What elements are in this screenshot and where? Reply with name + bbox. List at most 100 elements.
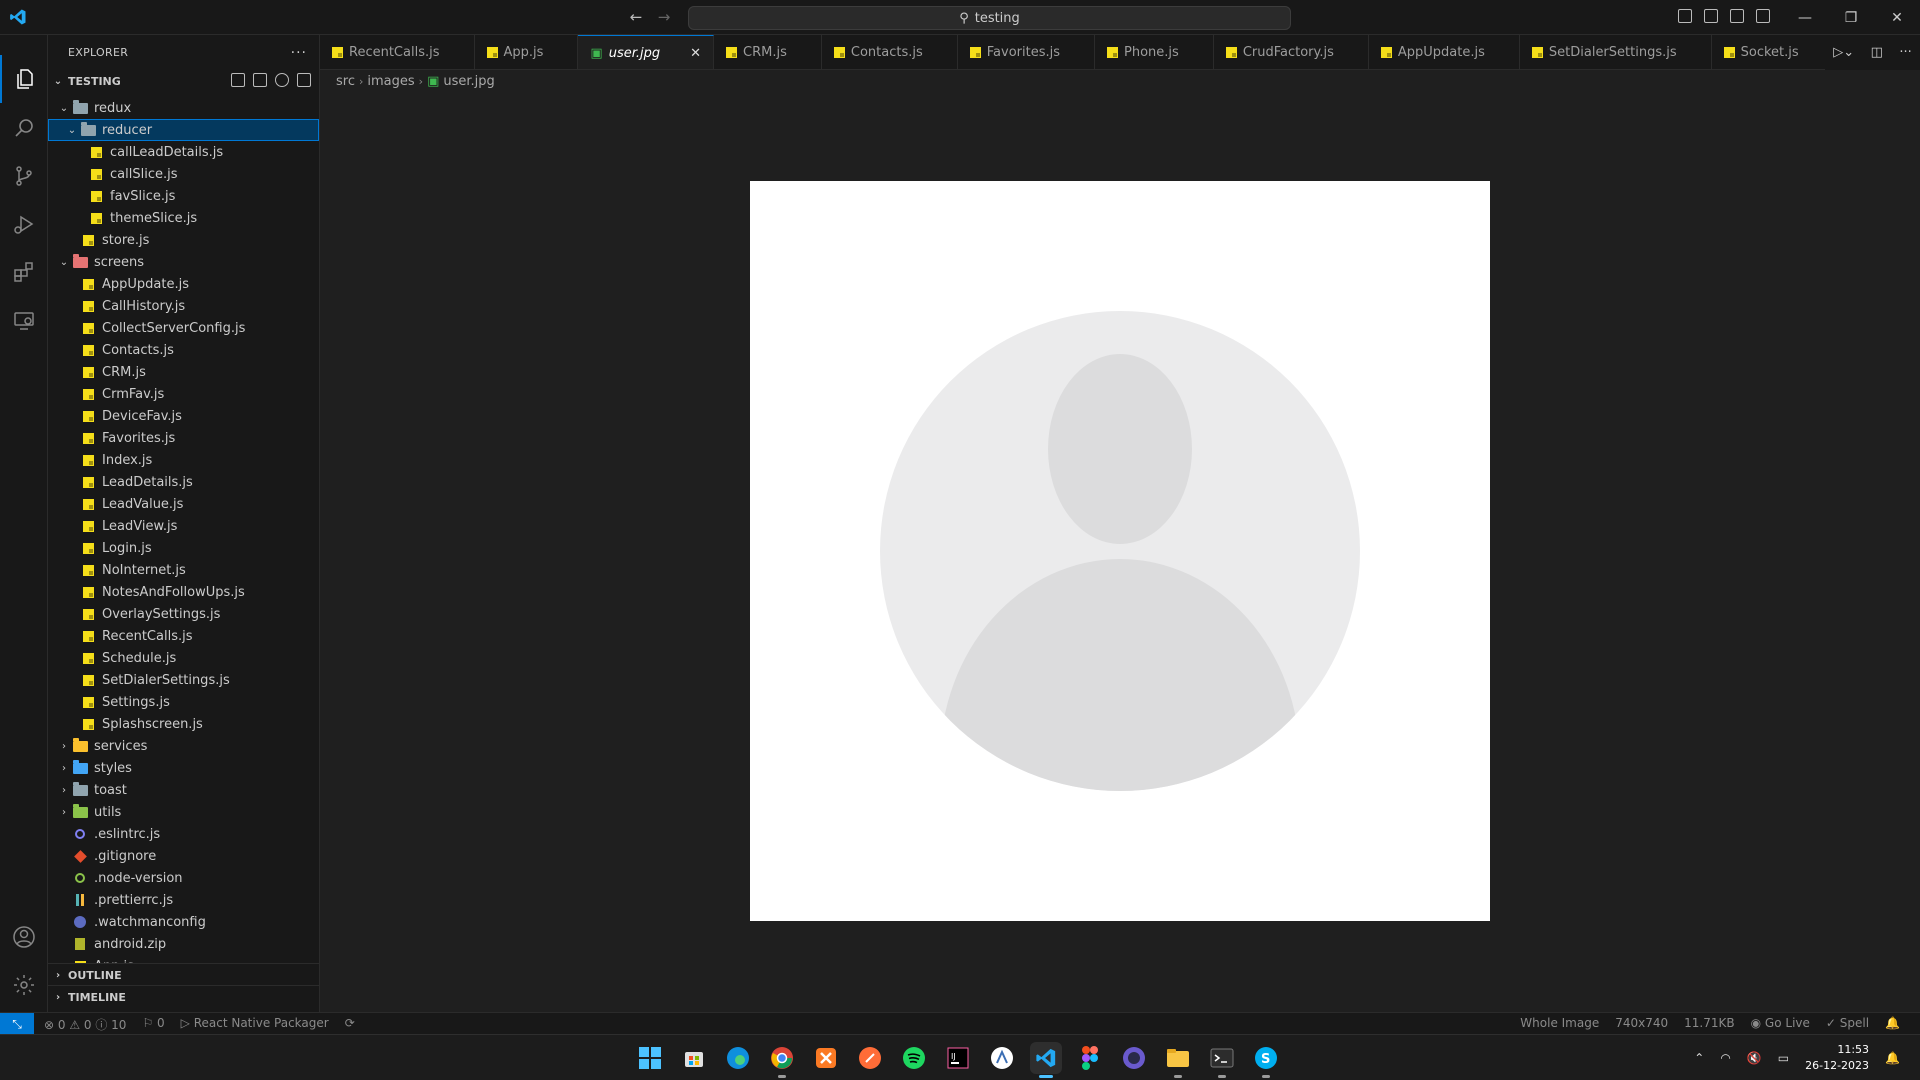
tree-file[interactable]: Settings.js — [48, 691, 319, 713]
tree-file[interactable]: Contacts.js — [48, 339, 319, 361]
breadcrumb-item[interactable]: images — [367, 74, 414, 89]
tree-file[interactable]: Index.js — [48, 449, 319, 471]
tree-file[interactable]: .node-version — [48, 867, 319, 889]
wifi-icon[interactable]: ◠ — [1720, 1051, 1730, 1065]
remote-explorer-icon[interactable] — [0, 296, 48, 344]
tree-file[interactable]: LeadDetails.js — [48, 471, 319, 493]
sync-icon[interactable]: ⟳ — [345, 1016, 355, 1033]
new-folder-icon[interactable] — [253, 73, 267, 87]
figma-icon[interactable] — [1074, 1042, 1106, 1074]
tree-file[interactable]: .watchmanconfig — [48, 911, 319, 933]
battery-icon[interactable]: ▭ — [1778, 1051, 1789, 1065]
breadcrumb-item[interactable]: user.jpg — [443, 74, 494, 89]
editor-tab[interactable]: RecentCalls.js — [320, 35, 475, 69]
postman-icon[interactable] — [854, 1042, 886, 1074]
breadcrumb-item[interactable]: src — [336, 74, 355, 89]
tree-folder[interactable]: ⌄ redux — [48, 97, 319, 119]
nav-forward-button[interactable]: → — [656, 8, 672, 26]
tree-file[interactable]: Login.js — [48, 537, 319, 559]
tree-file[interactable]: CRM.js — [48, 361, 319, 383]
editor-tab[interactable]: Phone.js — [1095, 35, 1214, 69]
tree-file[interactable]: themeSlice.js — [48, 207, 319, 229]
close-tab-icon[interactable]: ✕ — [690, 46, 701, 61]
tree-folder[interactable]: › toast — [48, 779, 319, 801]
tree-file[interactable]: CallHistory.js — [48, 295, 319, 317]
spotify-icon[interactable] — [898, 1042, 930, 1074]
tree-file[interactable]: store.js — [48, 229, 319, 251]
notification-center-icon[interactable]: 🔔 — [1885, 1051, 1900, 1065]
tree-file[interactable]: favSlice.js — [48, 185, 319, 207]
windows-start-icon[interactable] — [634, 1042, 666, 1074]
minimize-button[interactable]: — — [1782, 0, 1828, 35]
customize-layout-icon[interactable] — [1756, 9, 1770, 23]
tree-file[interactable]: callSlice.js — [48, 163, 319, 185]
skype-icon[interactable]: S — [1250, 1042, 1282, 1078]
vscode-icon[interactable] — [1030, 1042, 1062, 1078]
tree-folder[interactable]: ⌄ reducer — [48, 119, 319, 141]
editor-tab[interactable]: App.js — [475, 35, 579, 69]
android-studio-icon[interactable] — [986, 1042, 1018, 1074]
clock[interactable]: 11:53 26-12-2023 — [1805, 1042, 1869, 1074]
tree-folder[interactable]: › services — [48, 735, 319, 757]
tree-file[interactable]: App.js — [48, 955, 319, 963]
remote-indicator-icon[interactable]: ⤡ — [0, 1013, 34, 1035]
tree-file[interactable]: RecentCalls.js — [48, 625, 319, 647]
editor-tab[interactable]: CRM.js — [714, 35, 822, 69]
tree-file[interactable]: .eslintrc.js — [48, 823, 319, 845]
run-debug-icon[interactable] — [0, 200, 48, 248]
restore-button[interactable]: ❐ — [1828, 0, 1874, 35]
outline-section-header[interactable]: › OUTLINE — [48, 963, 319, 985]
terminal-icon[interactable] — [1206, 1042, 1238, 1078]
nav-back-button[interactable]: ← — [628, 8, 644, 26]
tree-file[interactable]: Schedule.js — [48, 647, 319, 669]
tree-file[interactable]: callLeadDetails.js — [48, 141, 319, 163]
source-control-icon[interactable] — [0, 152, 48, 200]
collapse-folders-icon[interactable] — [297, 73, 311, 87]
tree-file[interactable]: CrmFav.js — [48, 383, 319, 405]
tree-file[interactable]: LeadView.js — [48, 515, 319, 537]
more-actions-icon[interactable]: ··· — [291, 45, 307, 61]
split-editor-icon[interactable]: ◫ — [1871, 45, 1883, 60]
new-file-icon[interactable] — [231, 73, 245, 87]
react-native-packager[interactable]: ▷ React Native Packager — [181, 1016, 329, 1033]
xampp-icon[interactable] — [810, 1042, 842, 1074]
editor-tab[interactable]: AppUpdate.js — [1369, 35, 1520, 69]
go-live-button[interactable]: ◉ Go Live — [1751, 1016, 1810, 1030]
image-zoom-mode[interactable]: Whole Image — [1520, 1016, 1599, 1030]
close-window-button[interactable]: ✕ — [1874, 0, 1920, 35]
tree-file[interactable]: android.zip — [48, 933, 319, 955]
toggle-primary-sidebar-icon[interactable] — [1678, 9, 1692, 23]
search-icon[interactable] — [0, 104, 48, 152]
project-section-header[interactable]: ⌄ TESTING — [48, 70, 319, 92]
toggle-secondary-sidebar-icon[interactable] — [1730, 9, 1744, 23]
obs-icon[interactable] — [1118, 1042, 1150, 1074]
tree-file[interactable]: DeviceFav.js — [48, 405, 319, 427]
notifications-bell-icon[interactable]: 🔔 — [1885, 1016, 1900, 1030]
editor-tab[interactable]: Socket.js — [1712, 35, 1834, 69]
tree-file[interactable]: LeadValue.js — [48, 493, 319, 515]
refresh-explorer-icon[interactable] — [275, 73, 289, 87]
timeline-section-header[interactable]: › TIMELINE — [48, 985, 319, 1007]
manage-gear-icon[interactable] — [0, 961, 48, 1009]
tree-file[interactable]: SetDialerSettings.js — [48, 669, 319, 691]
tree-file[interactable]: NotesAndFollowUps.js — [48, 581, 319, 603]
editor-tab[interactable]: Contacts.js — [822, 35, 958, 69]
tree-file[interactable]: NoInternet.js — [48, 559, 319, 581]
tree-file[interactable]: AppUpdate.js — [48, 273, 319, 295]
ports-indicator[interactable]: ⚐ 0 — [142, 1016, 164, 1033]
show-hidden-icons-icon[interactable]: ⌃ — [1694, 1051, 1704, 1065]
chrome-icon[interactable] — [766, 1042, 798, 1078]
toggle-panel-icon[interactable] — [1704, 9, 1718, 23]
command-center-search[interactable]: ⚲ testing — [688, 6, 1291, 30]
editor-tab[interactable]: Favorites.js — [958, 35, 1096, 69]
tree-file[interactable]: .gitignore — [48, 845, 319, 867]
tree-folder[interactable]: ⌄ screens — [48, 251, 319, 273]
problems-indicator[interactable]: ⊗ 0 ⚠ 0 ⓘ 10 — [44, 1016, 126, 1033]
store-icon[interactable] — [678, 1042, 710, 1074]
tree-file[interactable]: .prettierrc.js — [48, 889, 319, 911]
tree-file[interactable]: Splashscreen.js — [48, 713, 319, 735]
spell-check-button[interactable]: ✓ Spell — [1826, 1016, 1869, 1030]
file-explorer-icon[interactable] — [1162, 1042, 1194, 1078]
tree-file[interactable]: Favorites.js — [48, 427, 319, 449]
run-icon[interactable]: ▷⌄ — [1833, 45, 1854, 60]
